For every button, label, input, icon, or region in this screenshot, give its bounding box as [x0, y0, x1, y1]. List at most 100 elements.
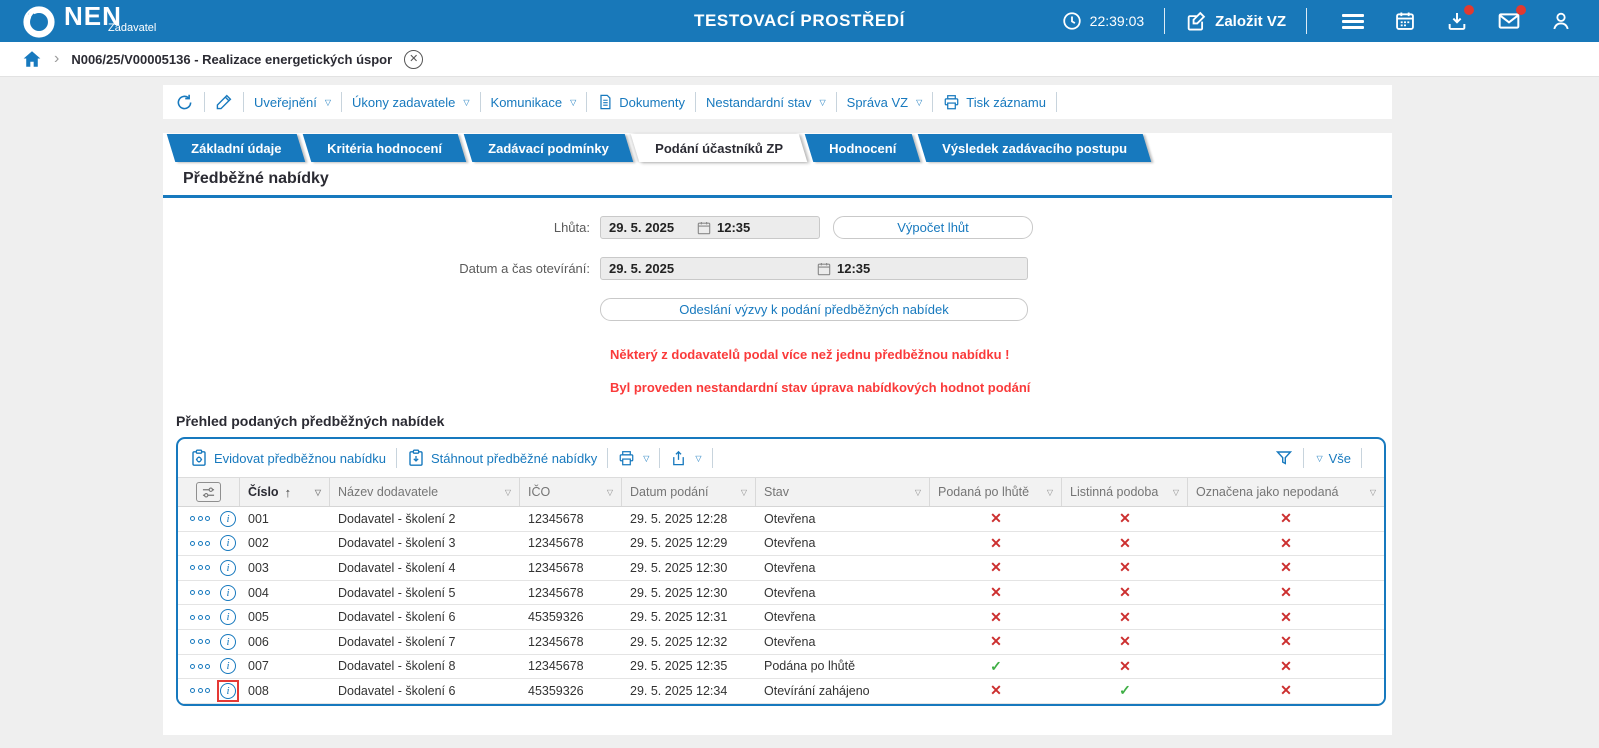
tab[interactable]: Výsledek zadávacího postupu — [917, 134, 1152, 162]
table-row[interactable]: i 003 Dodavatel - školení 4 12345678 29.… — [178, 556, 1384, 581]
filter-caret-icon[interactable]: ▽ — [505, 488, 511, 497]
evidovat-nabidku-button[interactable]: Evidovat předběžnou nabídku — [190, 449, 386, 467]
header-oznacena-jako-nepodana[interactable]: Označena jako nepodaná ▽ — [1188, 478, 1384, 506]
header-podana-po-lhute[interactable]: Podaná po lhůtě ▽ — [930, 478, 1062, 506]
header-listinna-podoba[interactable]: Listinná podoba ▽ — [1062, 478, 1188, 506]
filter-caret-icon[interactable]: ▽ — [1173, 488, 1179, 497]
table-row[interactable]: i 001 Dodavatel - školení 2 12345678 29.… — [178, 507, 1384, 532]
filter-scope-dropdown[interactable]: ▽ Vše — [1314, 451, 1351, 466]
filter-caret-icon[interactable]: ▽ — [915, 488, 921, 497]
calendar-button[interactable] — [1393, 9, 1417, 33]
menu-nestandardni-stav[interactable]: Nestandardní stav ▽ — [706, 95, 826, 110]
info-icon[interactable]: i — [220, 658, 236, 675]
create-vz-button[interactable]: Založit VZ — [1185, 10, 1286, 32]
toolbar-separator — [694, 92, 696, 112]
info-icon[interactable]: i — [220, 510, 236, 527]
cell-cislo: 005 — [248, 610, 269, 625]
info-icon[interactable]: i — [220, 633, 236, 650]
messages-button[interactable] — [1497, 5, 1526, 33]
info-icon[interactable]: i — [220, 584, 236, 601]
row-actions-icon[interactable] — [190, 639, 210, 645]
toolbar-separator — [711, 448, 713, 468]
menu-sprava-vz[interactable]: Správa VZ ▽ — [847, 95, 923, 110]
oteviranie-date-value[interactable]: 29. 5. 2025 — [609, 261, 817, 276]
info-icon[interactable]: i — [220, 609, 236, 626]
user-icon — [1553, 12, 1569, 30]
vypocet-lhut-button[interactable]: Výpočet lhůt — [833, 216, 1033, 239]
filter-caret-icon[interactable]: ▽ — [1370, 488, 1376, 497]
send-call-button[interactable]: Odeslání výzvy k podání předběžných nabí… — [600, 298, 1028, 321]
row-actions-icon[interactable] — [190, 614, 210, 620]
oteviranie-datetime-field[interactable]: 29. 5. 2025 12:35 — [600, 257, 1028, 280]
table-row[interactable]: i 007 Dodavatel - školení 8 12345678 29.… — [178, 654, 1384, 680]
filter-caret-icon[interactable]: ▽ — [315, 488, 321, 497]
header-datum-podani[interactable]: Datum podání ▽ — [622, 478, 756, 506]
table-row[interactable]: i 004 Dodavatel - školení 5 12345678 29.… — [178, 580, 1384, 606]
profile-button[interactable] — [1549, 9, 1573, 33]
header-label: IČO — [528, 485, 551, 499]
print-record-button[interactable]: Tisk záznamu — [943, 94, 1046, 111]
table-row[interactable]: i 006 Dodavatel - školení 7 12345678 29.… — [178, 629, 1384, 655]
tab-label: Základní údaje — [191, 140, 282, 156]
section-title: Předběžné nabídky — [163, 162, 1392, 198]
menu-button[interactable] — [1341, 9, 1365, 33]
export-button[interactable]: ▽ — [670, 450, 702, 467]
table-header: Číslo ↑ ▽ Název dodavatele ▽ IČO ▽ Datum pod… — [178, 477, 1384, 507]
lhuta-date-value[interactable]: 29. 5. 2025 — [609, 220, 697, 235]
nen-logo[interactable]: NEN Zadavatel — [0, 3, 156, 39]
edit-button[interactable] — [215, 93, 233, 111]
table-row[interactable]: i 005 Dodavatel - školení 6 45359326 29.… — [178, 605, 1384, 630]
table-row[interactable]: i 008 Dodavatel - školení 6 45359326 29.… — [178, 679, 1384, 704]
info-icon[interactable]: i — [220, 535, 236, 552]
history-button[interactable] — [175, 93, 194, 112]
info-icon[interactable]: i — [220, 682, 236, 699]
cell-oznacena-jako-nepodana: ✕ — [1280, 608, 1292, 625]
sort-asc-icon: ↑ — [284, 484, 292, 500]
header-stav[interactable]: Stav ▽ — [756, 478, 930, 506]
table-row[interactable]: i 002 Dodavatel - školení 3 12345678 29.… — [178, 531, 1384, 557]
tab[interactable]: Základní údaje — [166, 134, 306, 162]
cell-datum-podani: 29. 5. 2025 12:31 — [630, 610, 728, 625]
oteviranie-time-value[interactable]: 12:35 — [837, 261, 870, 276]
filter-caret-icon[interactable]: ▽ — [607, 488, 613, 497]
tab[interactable]: Podání účastníků ZP — [630, 134, 807, 162]
stahnout-nabidky-button[interactable]: Stáhnout předběžné nabídky — [407, 449, 597, 467]
filter-caret-icon[interactable]: ▽ — [1047, 488, 1053, 497]
tab[interactable]: Hodnocení — [804, 134, 921, 162]
column-settings-icon[interactable] — [196, 482, 221, 502]
tab[interactable]: Zadávací podmínky — [463, 134, 634, 162]
menu-ukony-zadavatele[interactable]: Úkony zadavatele ▽ — [352, 95, 470, 110]
downloads-button[interactable] — [1445, 5, 1474, 33]
filter-button[interactable] — [1275, 449, 1293, 467]
menu-komunikace[interactable]: Komunikace ▽ — [491, 95, 577, 110]
home-icon[interactable] — [22, 49, 42, 69]
calendar-icon[interactable] — [697, 221, 711, 235]
info-icon[interactable]: i — [220, 559, 236, 576]
close-record-icon[interactable]: ✕ — [404, 49, 424, 69]
breadcrumb-item[interactable]: N006/25/V00005136 - Realizace energetick… — [71, 52, 392, 67]
calendar-icon[interactable] — [817, 262, 831, 276]
row-actions-icon[interactable] — [190, 688, 210, 694]
header-cislo[interactable]: Číslo ↑ ▽ — [240, 478, 330, 506]
chevron-down-icon: ▽ — [643, 453, 650, 463]
downloads-badge — [1464, 5, 1474, 15]
cell-listinna-podoba: ✕ — [1119, 534, 1131, 551]
clock-icon — [1062, 12, 1081, 30]
cell-podana-po-lhute: ✕ — [990, 584, 1002, 601]
print-table-button[interactable]: ▽ — [618, 450, 649, 467]
topbar-divider — [1306, 8, 1307, 34]
row-actions-icon[interactable] — [190, 516, 210, 522]
info-icon-box: i — [217, 606, 239, 628]
menu-uverejneni[interactable]: Uveřejnění ▽ — [254, 95, 331, 110]
tab[interactable]: Kritéria hodnocení — [303, 134, 467, 162]
row-actions-icon[interactable] — [190, 540, 210, 546]
lhuta-time-value[interactable]: 12:35 — [717, 220, 750, 235]
row-actions-icon[interactable] — [190, 590, 210, 596]
header-nazev-dodavatele[interactable]: Název dodavatele ▽ — [330, 478, 520, 506]
menu-dokumenty[interactable]: Dokumenty — [597, 94, 685, 110]
row-actions-icon[interactable] — [190, 663, 210, 669]
lhuta-datetime-field[interactable]: 29. 5. 2025 12:35 — [600, 216, 820, 239]
header-ico[interactable]: IČO ▽ — [520, 478, 622, 506]
filter-caret-icon[interactable]: ▽ — [741, 488, 747, 497]
row-actions-icon[interactable] — [190, 565, 210, 571]
